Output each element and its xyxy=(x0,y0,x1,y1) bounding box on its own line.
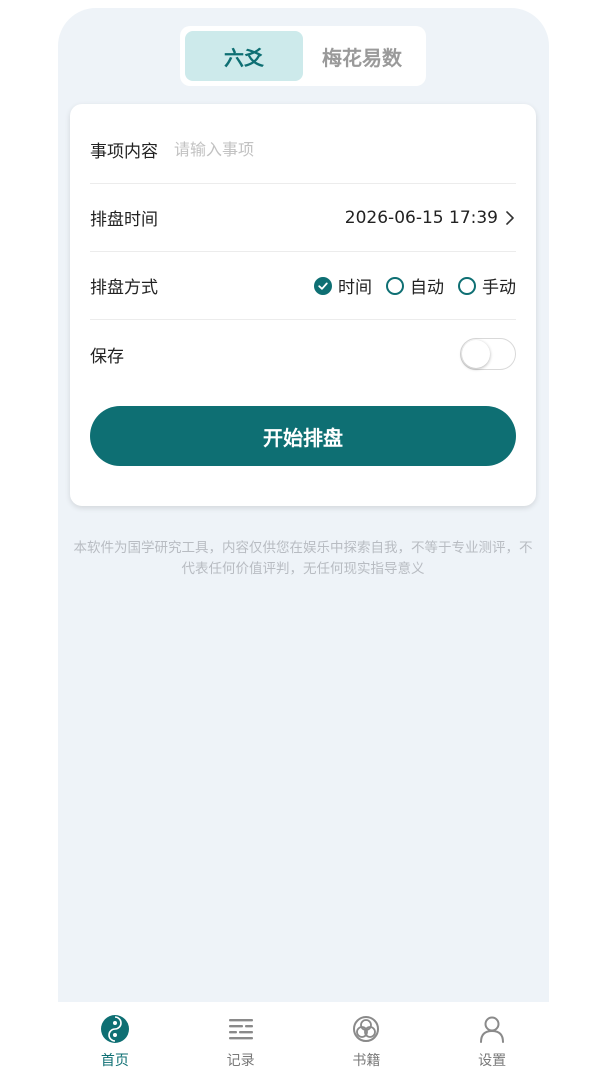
check-icon xyxy=(318,282,328,290)
tabbar-label-records: 记录 xyxy=(226,1053,255,1069)
radio-label-time: 时间 xyxy=(338,278,372,298)
toggle-knob xyxy=(462,340,490,368)
bottom-tab-bar: 首页 记录 书籍 设置 xyxy=(0,1002,607,1080)
radio-checked-icon xyxy=(314,276,332,295)
tabbar-item-home[interactable]: 首页 xyxy=(52,1002,178,1080)
user-icon xyxy=(480,1016,505,1043)
tabbar-label-home: 首页 xyxy=(100,1053,129,1069)
subject-row: 事项内容 xyxy=(90,116,516,184)
tabbar-label-books: 书籍 xyxy=(352,1053,381,1069)
tabbar-item-settings[interactable]: 设置 xyxy=(429,1002,555,1080)
mode-segmented-control: 六爻 梅花易数 xyxy=(180,26,426,86)
start-divination-button[interactable]: 开始排盘 xyxy=(90,406,516,466)
tab-liuyao[interactable]: 六爻 xyxy=(185,31,303,81)
radio-unchecked-icon xyxy=(458,276,476,295)
time-value-picker[interactable]: 2026-06-15 17:39 xyxy=(345,208,516,228)
chevron-right-icon xyxy=(506,210,514,225)
book-knot-icon xyxy=(353,1016,380,1042)
subject-label: 事项内容 xyxy=(90,142,158,162)
subject-input[interactable] xyxy=(174,140,516,159)
divination-form-card: 事项内容 排盘时间 2026-06-15 17:39 排盘方式 xyxy=(70,104,536,506)
radio-auto[interactable]: 自动 xyxy=(386,273,444,298)
save-toggle[interactable] xyxy=(460,338,516,370)
tabbar-item-records[interactable]: 记录 xyxy=(178,1002,304,1080)
list-icon xyxy=(228,1019,253,1040)
tab-meihua[interactable]: 梅花易数 xyxy=(303,31,421,81)
method-radio-group: 时间 自动 手动 xyxy=(314,273,516,298)
radio-label-auto: 自动 xyxy=(410,278,444,298)
time-value: 2026-06-15 17:39 xyxy=(344,207,498,228)
app-screen: 六爻 梅花易数 事项内容 排盘时间 2026-06-15 17:39 排盘方式 xyxy=(58,8,549,1080)
disclaimer-text: 本软件为国学研究工具，内容仅供您在娱乐中探索自我，不等于专业测评，不代表任何价值… xyxy=(73,540,533,577)
tabbar-label-settings: 设置 xyxy=(478,1053,507,1069)
time-row[interactable]: 排盘时间 2026-06-15 17:39 xyxy=(90,184,516,252)
save-label: 保存 xyxy=(90,346,124,367)
radio-label-manual: 手动 xyxy=(482,278,516,298)
method-row: 排盘方式 时间 自动 手动 xyxy=(90,252,516,320)
radio-manual[interactable]: 手动 xyxy=(458,273,516,298)
method-label: 排盘方式 xyxy=(90,278,158,298)
taiji-icon xyxy=(100,1015,129,1043)
save-row: 保存 xyxy=(90,320,516,388)
time-label: 排盘时间 xyxy=(90,210,158,230)
radio-unchecked-icon xyxy=(386,276,404,295)
radio-time[interactable]: 时间 xyxy=(314,273,372,298)
tabbar-item-books[interactable]: 书籍 xyxy=(304,1002,430,1080)
